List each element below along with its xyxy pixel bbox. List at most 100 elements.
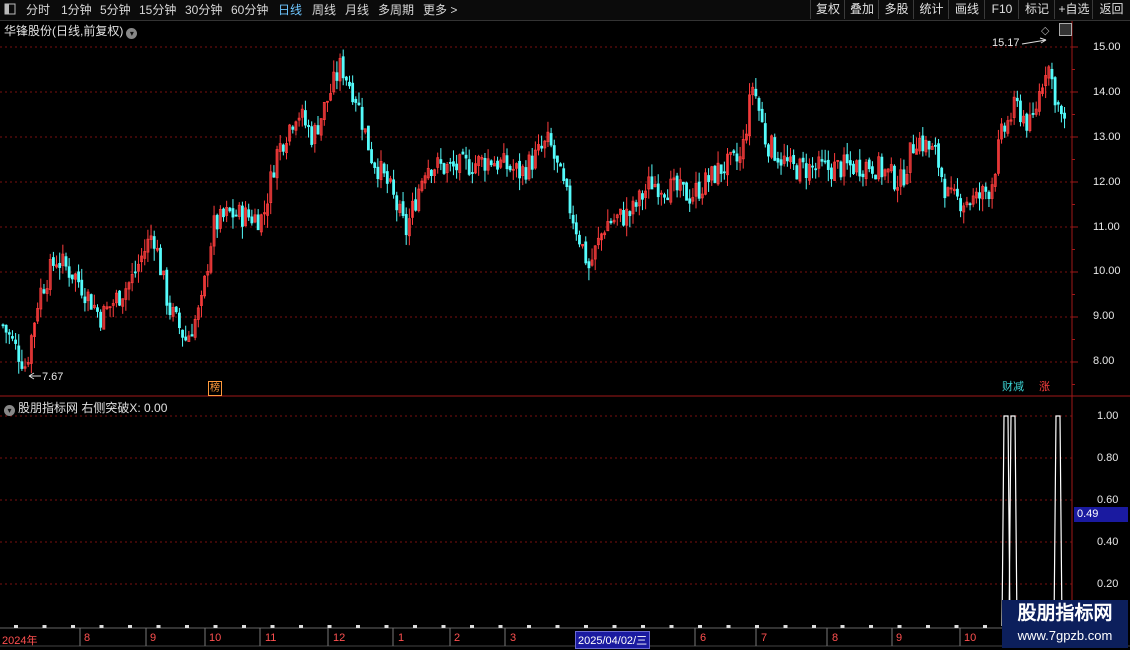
candle — [552, 139, 556, 171]
candle-body — [571, 214, 575, 224]
y-tick: 14.00 — [1093, 86, 1121, 98]
candle-body — [373, 162, 377, 168]
candle — [209, 242, 213, 275]
candle-body — [341, 56, 345, 79]
candle — [556, 155, 559, 173]
candle — [48, 253, 52, 296]
candle — [455, 154, 459, 179]
candle-body — [133, 271, 137, 274]
candle — [612, 213, 616, 225]
candle — [228, 206, 232, 213]
candle — [200, 290, 203, 318]
candle — [417, 184, 421, 213]
x-scroll-dot — [156, 625, 161, 628]
candle — [344, 75, 348, 86]
rank-tag[interactable]: 榜 — [208, 381, 222, 396]
candle-body — [552, 145, 556, 159]
candle — [133, 260, 137, 278]
candle — [61, 244, 65, 274]
candle-body — [804, 163, 808, 179]
candle-body — [823, 160, 827, 163]
candle-body — [414, 199, 418, 211]
candle — [187, 330, 191, 342]
candle-body — [83, 296, 87, 304]
candle — [571, 205, 575, 230]
candle-body — [14, 339, 18, 344]
candle-body — [852, 163, 855, 175]
x-scroll-dot — [926, 625, 930, 628]
candle — [215, 213, 219, 238]
candle — [1060, 104, 1063, 123]
candle — [678, 167, 682, 198]
chevron-down-icon[interactable]: ▾ — [126, 28, 138, 39]
candle-body — [247, 209, 251, 218]
candle — [971, 188, 975, 208]
watermark-title: 股朋指标网 — [1017, 603, 1113, 624]
candle — [45, 279, 49, 302]
finance-reduce-tag[interactable]: 财减 — [1001, 381, 1025, 394]
candle — [767, 143, 770, 163]
candle — [266, 193, 270, 228]
candle — [326, 100, 329, 113]
candle — [414, 187, 418, 212]
candle — [704, 168, 707, 196]
candle — [574, 214, 578, 241]
candle — [691, 188, 695, 205]
candle-body — [675, 175, 679, 191]
candle-body — [42, 289, 46, 294]
candle — [445, 161, 449, 183]
candle — [521, 164, 525, 186]
candle — [962, 202, 966, 224]
x-scroll-dot — [413, 625, 417, 628]
candle — [880, 153, 884, 185]
candle-body — [719, 164, 723, 174]
candle — [619, 208, 622, 223]
candle — [461, 148, 465, 155]
candle-body — [562, 168, 566, 181]
candle — [656, 174, 660, 205]
candle — [804, 153, 808, 190]
x-scroll-dot — [584, 625, 588, 628]
x-scroll-dot — [242, 625, 246, 628]
candle — [1031, 102, 1035, 118]
limit-up-tag[interactable]: 涨 — [1038, 381, 1051, 394]
candle — [354, 96, 358, 112]
candle — [222, 207, 225, 222]
candle-body — [893, 165, 896, 190]
candle — [52, 251, 55, 272]
candle-body — [968, 203, 972, 206]
candle — [335, 61, 339, 90]
panel-toggle-icon[interactable] — [1059, 23, 1072, 36]
candle — [190, 323, 194, 337]
candle-body — [530, 155, 534, 170]
grid-lines — [0, 46, 1072, 585]
candle — [458, 153, 462, 181]
candle-body — [4, 324, 8, 333]
x-tick: 8 — [84, 632, 91, 644]
candle — [1012, 90, 1016, 125]
x-scroll-dot — [213, 625, 218, 628]
candle — [184, 325, 188, 342]
candle — [17, 334, 21, 374]
candle-body — [452, 161, 455, 167]
candle-body — [429, 169, 433, 177]
candle — [240, 201, 244, 239]
candle — [70, 274, 74, 284]
diamond-icon[interactable]: ◇ — [1041, 24, 1049, 37]
candle — [949, 176, 953, 194]
candle — [196, 305, 200, 328]
candle — [763, 112, 767, 148]
kline-chart[interactable] — [0, 0, 1130, 650]
chevron-down-icon[interactable]: ▾ — [4, 405, 15, 416]
candle-body — [17, 345, 21, 362]
candle-body — [943, 178, 947, 199]
y-tick: 13.00 — [1093, 131, 1121, 143]
candle-body — [587, 261, 591, 269]
candle — [757, 96, 761, 121]
candle — [974, 187, 978, 204]
candle-body — [58, 262, 62, 268]
candle — [842, 147, 846, 186]
candle — [395, 191, 399, 222]
candle — [121, 298, 125, 314]
candle — [483, 152, 487, 182]
